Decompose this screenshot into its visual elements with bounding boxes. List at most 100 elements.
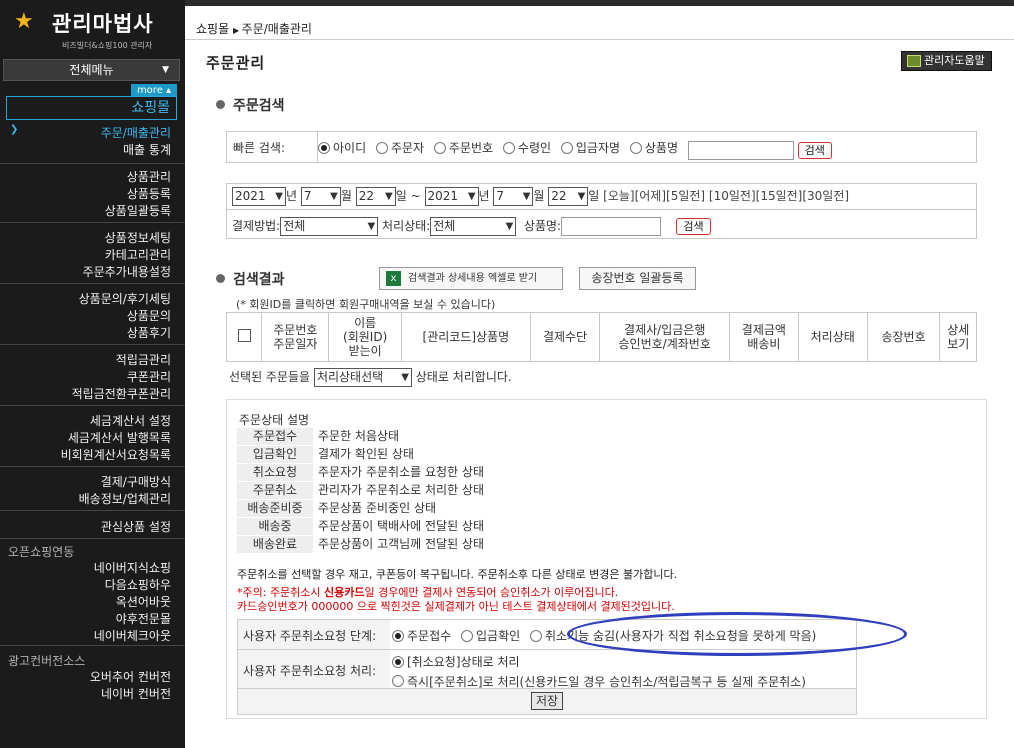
results-note: (* 회원ID를 클릭하면 회원구매내역을 보실 수 있습니다) bbox=[236, 298, 496, 311]
status-row: 취소요청 주문자가 주문취소를 요청한 상태 bbox=[237, 464, 484, 481]
radio-orderer[interactable]: 주문자 bbox=[375, 139, 424, 156]
col-amount: 결제금액 배송비 bbox=[728, 312, 799, 362]
select-all-checkbox[interactable] bbox=[237, 329, 251, 342]
logo-title: 관리마법사 bbox=[52, 12, 154, 36]
sidebar-item-overture[interactable]: 오버추어 컨버전 bbox=[0, 669, 185, 686]
bullet-icon bbox=[216, 274, 225, 283]
menu-group-qna: 상품문의/후기세팅 상품문의 상품후기 bbox=[0, 291, 185, 345]
sidebar-item-order-extra[interactable]: 주문추가내용설정 bbox=[0, 264, 185, 281]
select-all-checkbox-cell[interactable] bbox=[225, 312, 263, 362]
col-payment: 결제수단 bbox=[529, 312, 601, 362]
from-year-select[interactable]: 2021 ▼ bbox=[232, 187, 286, 206]
sidebar-item-qna-settings[interactable]: 상품문의/후기세팅 bbox=[0, 291, 185, 308]
breadcrumb: 쇼핑몰 ▶ 주문/매출관리 bbox=[185, 18, 1014, 40]
sidebar-item-tax-settings[interactable]: 세금계산서 설정 bbox=[0, 413, 185, 430]
quick-search-button[interactable]: 검색 bbox=[797, 141, 832, 159]
top-bar bbox=[185, 0, 1014, 6]
to-year-select[interactable]: 2021 ▼ bbox=[424, 187, 479, 206]
to-day-select[interactable]: 22 ▼ bbox=[548, 187, 589, 206]
sidebar-item-naver-checkout[interactable]: 네이버체크아웃 bbox=[0, 628, 185, 645]
sidebar-item-coupons[interactable]: 쿠폰관리 bbox=[0, 369, 185, 386]
sidebar-item-naver-shopping[interactable]: 네이버지식쇼핑 bbox=[0, 560, 185, 577]
breadcrumb-orders[interactable]: 주문/매출관리 bbox=[242, 22, 312, 36]
radio-order-number[interactable]: 주문번호 bbox=[433, 139, 493, 156]
table-header-row: 주문번호 주문일자 이름 (회원ID) 받는이 [관리코드]상품명 결제수단 결… bbox=[225, 312, 977, 362]
cancel-process-label: 사용자 주문취소요청 처리: bbox=[243, 664, 377, 678]
save-button[interactable]: 저장 bbox=[530, 692, 564, 710]
menu-group-products: 상품관리 상품등록 상품일괄등록 bbox=[0, 169, 185, 223]
cancel-notice: 주문취소를 선택할 경우 재고, 쿠폰등이 복구됩니다. 주문취소후 다른 상태… bbox=[237, 568, 678, 581]
to-month-select[interactable]: 7 ▼ bbox=[493, 187, 534, 206]
bulk-state-select[interactable]: 처리상태선택 ▼ bbox=[313, 368, 412, 387]
status-row: 주문접수 주문한 처음상태 bbox=[237, 428, 399, 445]
sidebar-item-product-info[interactable]: 상품정보세팅 bbox=[0, 230, 185, 247]
from-day-select[interactable]: 22 ▼ bbox=[355, 187, 396, 206]
logo-subtitle: 비즈빌더&쇼핑100 관리자 bbox=[62, 41, 153, 50]
orders-table: 주문번호 주문일자 이름 (회원ID) 받는이 [관리코드]상품명 결제수단 결… bbox=[225, 312, 977, 362]
sidebar-item-qna[interactable]: 상품문의 bbox=[0, 308, 185, 325]
pay-method-label: 결제방법: bbox=[232, 219, 281, 233]
detail-search-button[interactable]: 검색 bbox=[676, 218, 711, 235]
sidebar-item-category[interactable]: 카테고리관리 bbox=[0, 247, 185, 264]
menu-group-open-shopping: 네이버지식쇼핑 다음쇼핑하우 옥션어바웃 야후전문몰 네이버체크아웃 bbox=[0, 560, 185, 646]
bullet-icon bbox=[216, 100, 225, 109]
all-menu-label: 전체메뉴 bbox=[69, 63, 114, 77]
sidebar-item-product-register[interactable]: 상품등록 bbox=[0, 186, 185, 203]
sidebar-item-tax-list[interactable]: 세금계산서 발행목록 bbox=[0, 430, 185, 447]
sidebar-head-ad: 광고컨버전소스 bbox=[8, 654, 86, 668]
excel-download-button[interactable]: x 검색결과 상세내용 엑셀로 받기 bbox=[379, 267, 563, 290]
col-state: 처리상태 bbox=[797, 312, 868, 362]
date-presets[interactable]: [오늘][어제][5일전] [10일전][15일전][30일전] bbox=[603, 189, 849, 203]
quick-search-label: 빠른 검색: bbox=[233, 141, 286, 155]
radio-recipient[interactable]: 수령인 bbox=[502, 139, 551, 156]
product-name-input[interactable] bbox=[561, 217, 662, 236]
sidebar-item-sales-stats[interactable]: 매출 통계 bbox=[0, 142, 185, 159]
main-content: 주문관리 관리자도움말 주문검색 빠른 검색: 아이디 주문자 주문번호 수령인… bbox=[185, 40, 1014, 748]
sidebar-item-points[interactable]: 적립금관리 bbox=[0, 352, 185, 369]
sidebar-item-daum-shopping[interactable]: 다음쇼핑하우 bbox=[0, 577, 185, 594]
radio-stage-payment-confirmed[interactable]: 입금확인 bbox=[461, 627, 520, 644]
tracking-bulk-button[interactable]: 송장번호 일괄등록 bbox=[579, 267, 696, 290]
sidebar-item-order-sales[interactable]: 주문/매출관리 bbox=[0, 125, 185, 142]
sidebar-item-product-manage[interactable]: 상품관리 bbox=[0, 169, 185, 186]
all-menu-dropdown[interactable]: 전체메뉴 ▼ bbox=[3, 59, 180, 81]
radio-stage-order-received[interactable]: 주문접수 bbox=[392, 627, 451, 644]
bulk-action-row: 선택된 주문들을 처리상태선택 ▼ 상태로 처리합니다. bbox=[229, 368, 512, 387]
menu-group-tax: 세금계산서 설정 세금계산서 발행목록 비회원계산서요청목록 bbox=[0, 413, 185, 467]
from-month-select[interactable]: 7 ▼ bbox=[300, 187, 341, 206]
magic-wand-icon: ★ bbox=[14, 9, 34, 34]
section-shopping-mall[interactable]: 쇼핑몰 bbox=[6, 96, 177, 120]
menu-group-product-info: 상품정보세팅 카테고리관리 주문추가내용설정 bbox=[0, 230, 185, 284]
radio-id[interactable]: 아이디 bbox=[318, 139, 366, 156]
sidebar-item-auction-about[interactable]: 옥션어바웃 bbox=[0, 594, 185, 611]
sidebar-item-naver-conversion[interactable]: 네이버 컨버전 bbox=[0, 686, 185, 703]
radio-proc-request[interactable]: [취소요청]상태로 처리 bbox=[392, 653, 520, 670]
pay-method-select[interactable]: 전체 ▼ bbox=[280, 217, 379, 236]
menu-group-ad: 오버추어 컨버전 네이버 컨버전 bbox=[0, 669, 185, 705]
sidebar-item-wish[interactable]: 관심상품 설정 bbox=[0, 519, 185, 536]
admin-help-button[interactable]: 관리자도움말 bbox=[901, 51, 992, 71]
breadcrumb-shop[interactable]: 쇼핑몰 bbox=[196, 22, 229, 36]
state-label: 처리상태: bbox=[382, 219, 431, 233]
status-row: 입금확인 결제가 확인된 상태 bbox=[237, 446, 414, 463]
menu-group-orders: 주문/매출관리 매출 통계 bbox=[0, 125, 185, 164]
col-pg-bank: 결제사/입금은행 승인번호/계좌번호 bbox=[599, 312, 730, 362]
sidebar-item-yahoo[interactable]: 야후전문몰 bbox=[0, 611, 185, 628]
sidebar-item-guest-tax[interactable]: 비회원계산서요청목록 bbox=[0, 447, 185, 464]
state-select[interactable]: 전체 ▼ bbox=[430, 217, 517, 236]
menu-group-payment: 결제/구매방식 배송정보/업체관리 bbox=[0, 474, 185, 511]
book-icon bbox=[907, 55, 921, 67]
detail-search-box: 2021 ▼ 년 7 ▼ 월 22 ▼ 일 ~ 2021 ▼ 년 7 ▼ 월 22 ▼ 일 [오늘][어… bbox=[226, 183, 977, 239]
sidebar-item-reviews[interactable]: 상품후기 bbox=[0, 325, 185, 342]
radio-depositor[interactable]: 입금자명 bbox=[560, 139, 620, 156]
chevron-down-icon: ▼ bbox=[162, 65, 169, 75]
sidebar-item-payment[interactable]: 결제/구매방식 bbox=[0, 474, 185, 491]
status-row: 주문취소 관리자가 주문취소로 처리한 상태 bbox=[237, 482, 484, 499]
sidebar-item-points-coupon[interactable]: 적립금전환쿠폰관리 bbox=[0, 386, 185, 403]
sidebar-item-shipping[interactable]: 배송정보/업체관리 bbox=[0, 491, 185, 508]
sidebar-item-product-bulk[interactable]: 상품일괄등록 bbox=[0, 203, 185, 220]
radio-product-name[interactable]: 상품명 bbox=[629, 139, 678, 156]
search-section-title: 주문검색 bbox=[216, 95, 285, 115]
quick-search-input[interactable] bbox=[687, 140, 794, 160]
radio-proc-immediate[interactable]: 즉시[주문취소]로 처리(신용카드일 경우 승인취소/적립금복구 등 실제 주문… bbox=[392, 673, 806, 690]
